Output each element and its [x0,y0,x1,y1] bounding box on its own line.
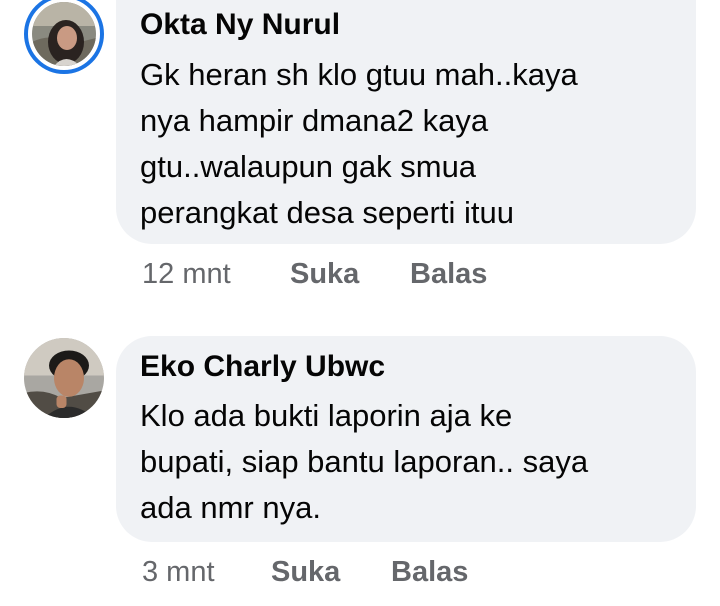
comment-text: Klo ada bukti laporin aja ke bupati, sia… [140,393,680,531]
comment-text: Gk heran sh klo gtuu mah..kaya nya hampi… [140,52,680,236]
avatar[interactable] [24,338,104,418]
like-button[interactable]: Suka [290,258,359,291]
comment-text-line: bupati, siap bantu laporan.. saya [140,444,589,479]
comment-text-line: Klo ada bukti laporin aja ke [140,398,513,433]
reply-button[interactable]: Balas [410,258,487,291]
comment-text-line: Gk heran sh klo gtuu mah..kaya [140,57,578,92]
profile-photo-avatar-icon [32,2,96,66]
comments-thread: Okta Ny Nurul Gk heran sh klo gtuu mah..… [0,0,720,606]
comment-text-line: nya hampir dmana2 kaya [140,103,489,138]
comment-text-line: gtu..walaupun gak smua [140,149,477,184]
comment-author-name[interactable]: Okta Ny Nurul [140,8,340,42]
comment-text-line: perangkat desa seperti ituu [140,195,514,230]
comment-timestamp[interactable]: 12 mnt [142,258,231,291]
comment-author-name[interactable]: Eko Charly Ubwc [140,350,385,384]
profile-photo-avatar-icon [24,338,104,418]
comment-text-line: ada nmr nya. [140,490,321,525]
reply-button[interactable]: Balas [391,556,468,589]
avatar[interactable] [24,0,104,74]
comment-timestamp[interactable]: 3 mnt [142,556,215,589]
like-button[interactable]: Suka [271,556,340,589]
